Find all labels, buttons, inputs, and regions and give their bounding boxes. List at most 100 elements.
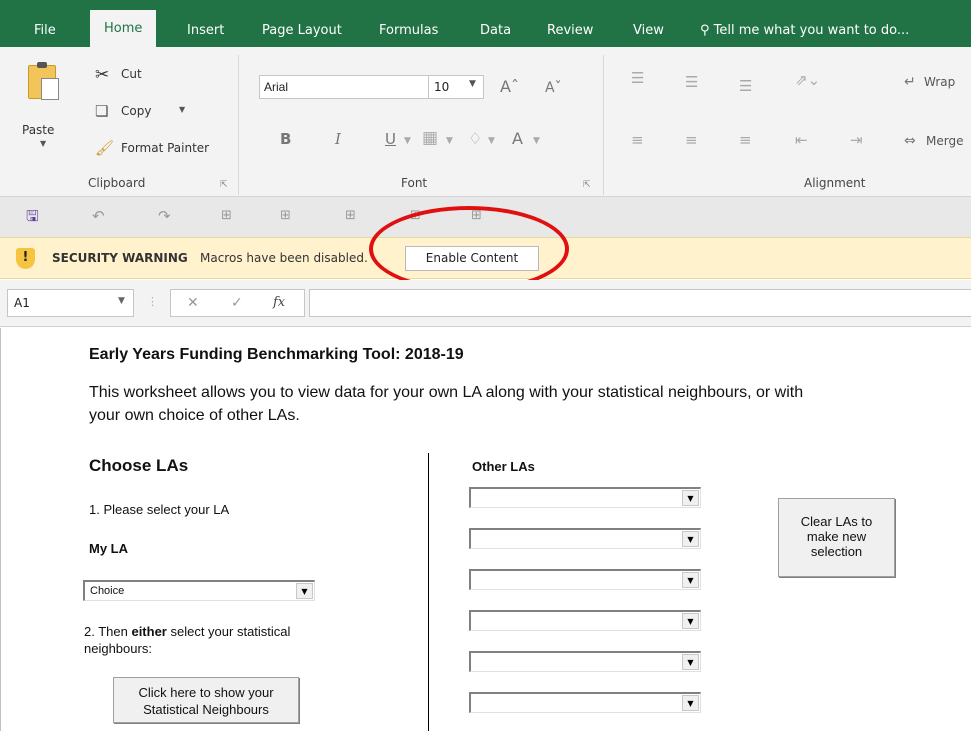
tell-me-search[interactable]: ⚲ Tell me what you want to do... [700, 14, 909, 47]
choose-las-heading: Choose LAs [89, 456, 189, 475]
redo-icon[interactable]: ↷ [158, 207, 171, 225]
save-icon[interactable]: 🖫 [26, 207, 39, 225]
font-size-value: 10 [434, 80, 450, 94]
other-la-dropdown-4[interactable]: ▼ [469, 610, 701, 631]
align-bottom-icon[interactable]: ☰ [739, 79, 752, 94]
format-painter-button[interactable]: 🖌 Format Painter [95, 139, 225, 161]
description-line-2: your own choice of other LAs. [89, 407, 300, 424]
increase-font-icon[interactable]: Aˆ [500, 79, 519, 95]
other-la-dropdown-2[interactable]: ▼ [469, 528, 701, 549]
copy-dropdown-icon: ▼ [179, 105, 186, 114]
wrap-text-icon: ↵ [904, 74, 916, 90]
chevron-down-icon: ▼ [118, 296, 125, 306]
increase-indent-icon[interactable]: ⇥ [850, 133, 863, 148]
security-warning-title: SECURITY WARNING [52, 251, 188, 265]
copy-button[interactable]: ❏ Copy ▼ [95, 102, 195, 124]
chevron-down-icon: ▼ [682, 695, 699, 711]
other-la-dropdown-5[interactable]: ▼ [469, 651, 701, 672]
macro-icon-2[interactable]: ⊞ [280, 207, 291, 225]
fill-color-icon[interactable]: ♢ [468, 131, 482, 147]
align-middle-icon[interactable]: ☰ [685, 75, 698, 90]
show-statistical-neighbours-button[interactable]: Click here to show your Statistical Neig… [113, 677, 299, 723]
wrap-text-button[interactable]: ↵ Wrap [904, 74, 955, 90]
security-warning-message: Macros have been disabled. [200, 251, 368, 265]
wrap-label: Wrap [924, 75, 956, 89]
cut-label: Cut [121, 67, 142, 81]
font-group-label: Font [401, 176, 428, 190]
tell-me-text: Tell me what you want to do... [713, 23, 910, 38]
tab-review[interactable]: Review [547, 14, 593, 47]
tab-file[interactable]: File [34, 14, 56, 47]
paintbrush-icon: 🖌 [95, 139, 115, 157]
enable-content-button[interactable]: Enable Content [405, 246, 539, 271]
cancel-icon[interactable]: ✕ [187, 295, 199, 311]
font-name-select[interactable]: Arial ▼ [259, 75, 455, 99]
italic-button[interactable]: I [335, 132, 341, 147]
tab-page-layout[interactable]: Page Layout [262, 14, 342, 47]
bold-button[interactable]: B [280, 132, 291, 147]
ribbon-separator [238, 55, 239, 195]
merge-label: Merge [926, 134, 964, 148]
macro-icon-1[interactable]: ⊞ [221, 207, 232, 225]
chevron-down-icon: ▼ [488, 136, 495, 146]
font-color-icon[interactable]: A [512, 131, 523, 147]
paste-label: Paste [22, 123, 55, 137]
chevron-down-icon: ▼ [682, 490, 699, 506]
borders-icon[interactable]: ▦ [422, 130, 438, 147]
other-la-dropdown-6[interactable]: ▼ [469, 692, 701, 713]
description-line-1: This worksheet allows you to view data f… [89, 384, 804, 401]
undo-icon[interactable]: ↶ [92, 207, 105, 225]
name-box[interactable]: A1 ▼ [7, 289, 134, 317]
orientation-icon[interactable]: ⇗⌄ [795, 73, 820, 88]
merge-button[interactable]: ⇔ Merge [904, 133, 963, 149]
font-size-select[interactable]: 10 ▼ [428, 75, 484, 99]
font-name-value: Arial [264, 80, 289, 94]
confirm-icon[interactable]: ✓ [231, 295, 243, 311]
decrease-font-icon[interactable]: Aˇ [545, 81, 562, 96]
chevron-down-icon: ▼ [296, 583, 313, 599]
step2-label: 2. Then either select your statistical [84, 624, 291, 639]
underline-button[interactable]: U [385, 132, 396, 147]
step1-label: 1. Please select your LA [89, 502, 230, 517]
my-la-value: Choice [90, 585, 125, 597]
step2-label-line2: neighbours: [84, 641, 152, 656]
chevron-down-icon: ▼ [446, 136, 453, 146]
formula-buttons: ✕ ✓ fx [170, 289, 305, 317]
clear-las-button[interactable]: Clear LAs to make new selection [778, 498, 895, 577]
other-la-dropdown-1[interactable]: ▼ [469, 487, 701, 508]
copy-label: Copy [121, 104, 152, 118]
paste-icon [28, 62, 59, 100]
align-center-icon[interactable]: ≡ [685, 133, 698, 148]
other-las-heading: Other LAs [472, 459, 535, 474]
font-launcher-icon[interactable]: ⇱ [583, 180, 591, 190]
macro-icon-5[interactable]: ⊞ [471, 207, 482, 225]
chevron-down-icon: ▼ [682, 531, 699, 547]
other-la-dropdown-3[interactable]: ▼ [469, 569, 701, 590]
cut-button[interactable]: ✂ Cut [95, 65, 165, 87]
quick-access-toolbar: 🖫 ↶ ↷ ⊞ ⊞ ⊞ ⊞ ⊞ [0, 197, 971, 237]
paste-dropdown-icon: ▼ [40, 139, 47, 148]
my-la-dropdown[interactable]: Choice ▼ [83, 580, 315, 601]
formula-input[interactable] [309, 289, 971, 317]
align-right-icon[interactable]: ≡ [739, 133, 752, 148]
sheet-title: Early Years Funding Benchmarking Tool: 2… [89, 346, 464, 363]
align-left-icon[interactable]: ≡ [631, 133, 644, 148]
macro-icon-4[interactable]: ⊞ [410, 207, 421, 225]
decrease-indent-icon[interactable]: ⇤ [795, 133, 808, 148]
scissors-icon: ✂ [95, 65, 110, 85]
formula-bar-grip[interactable]: ⋮ [147, 295, 158, 308]
tab-home[interactable]: Home [90, 10, 157, 47]
tab-formulas[interactable]: Formulas [379, 14, 438, 47]
align-top-icon[interactable]: ☰ [631, 71, 644, 86]
ribbon-home: Paste ▼ ✂ Cut ❏ Copy ▼ 🖌 Format Painter … [0, 47, 971, 197]
insert-function-button[interactable]: fx [273, 295, 285, 310]
tab-view[interactable]: View [633, 14, 664, 47]
tab-data[interactable]: Data [480, 14, 511, 47]
clipboard-launcher-icon[interactable]: ⇱ [220, 180, 228, 190]
chevron-down-icon: ▼ [404, 136, 411, 146]
macro-icon-3[interactable]: ⊞ [345, 207, 356, 225]
chevron-down-icon: ▼ [682, 572, 699, 588]
tab-insert[interactable]: Insert [187, 14, 224, 47]
chevron-down-icon: ▼ [469, 79, 476, 89]
paste-button[interactable]: Paste ▼ [20, 62, 64, 155]
